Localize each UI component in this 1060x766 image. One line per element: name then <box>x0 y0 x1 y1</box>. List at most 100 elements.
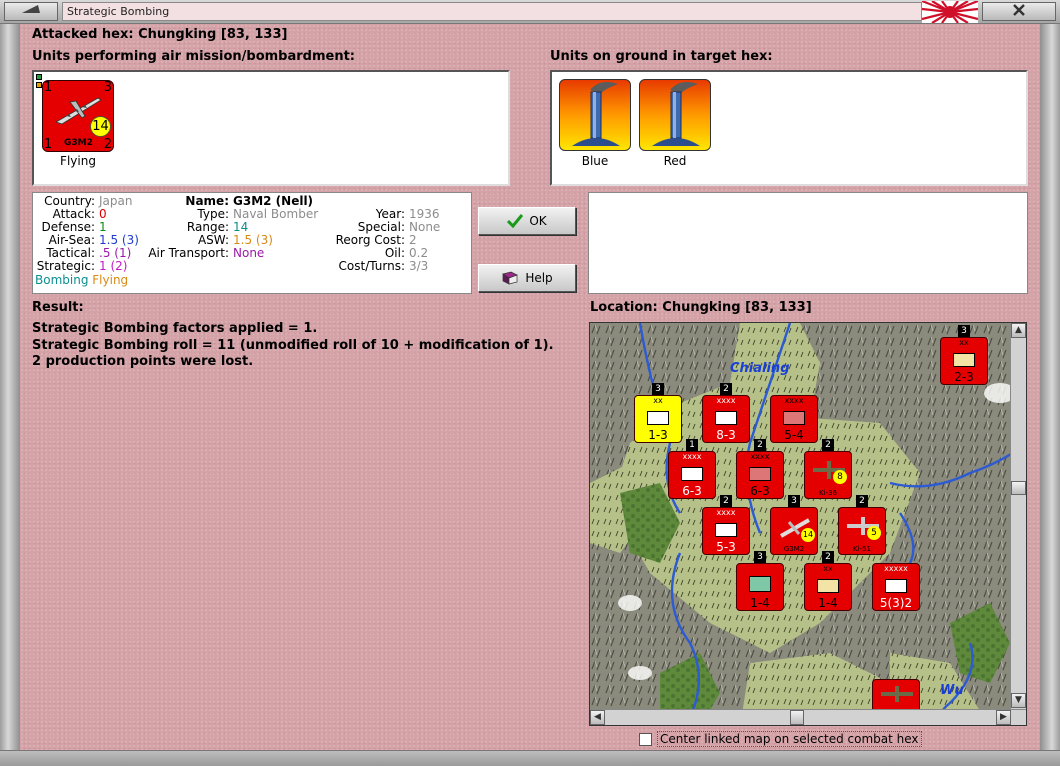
center-map-option[interactable]: Center linked map on selected combat hex <box>639 731 922 747</box>
map-unit-counter[interactable]: 1-4 <box>736 563 784 611</box>
unit-size: xxxx <box>784 396 804 405</box>
unit-size: xx <box>823 564 833 573</box>
scroll-down-icon[interactable]: ▼ <box>1011 693 1026 708</box>
infantry-symbol-icon <box>681 467 703 481</box>
ok-label: OK <box>529 214 547 228</box>
map-unit-counter[interactable]: xx 2-3 <box>940 337 988 385</box>
center-map-checkbox-label[interactable]: Center linked map on selected combat hex <box>657 731 922 747</box>
close-icon <box>1013 4 1025 16</box>
scroll-right-icon[interactable]: ▶ <box>996 710 1011 725</box>
marine-symbol-icon <box>749 576 771 592</box>
result-line: Strategic Bombing roll = 11 (unmodified … <box>32 338 554 353</box>
stack-count-badge: 2 <box>754 439 766 451</box>
map-unit-counter[interactable]: xx 1-3 <box>634 395 682 443</box>
scroll-left-icon[interactable]: ◀ <box>590 710 605 725</box>
map-unit-counter[interactable]: 14 G3M2 <box>770 507 818 555</box>
ground-units-header: Units on ground in target hex: <box>550 49 773 64</box>
asw-paren: (3) <box>255 233 273 247</box>
mission-flying: Flying <box>92 273 129 287</box>
unit-strength: 1-4 <box>750 596 770 610</box>
counter-bottom-left-value: 1 <box>44 137 53 152</box>
map-city-label: Chialing <box>730 361 790 376</box>
stack-count-badge: 2 <box>720 495 732 507</box>
ground-unit-label: Blue <box>581 154 609 168</box>
unit-designation: Ki-36 <box>819 489 837 497</box>
location-label: Location: Chungking [83, 133] <box>590 300 812 315</box>
dialog-content: Attacked hex: Chungking [83, 133] Units … <box>20 24 1040 750</box>
unit-stats-panel: Country: Japan Attack: 0 Defense: 1 Air-… <box>32 192 472 294</box>
minimize-button[interactable] <box>4 2 58 21</box>
status-marker-icon <box>36 74 42 80</box>
title-bar: Strategic Bombing <box>0 0 1060 24</box>
ok-button[interactable]: OK <box>478 207 576 235</box>
infantry-symbol-icon <box>749 467 771 481</box>
rising-sun-flag-icon <box>922 1 978 23</box>
status-marker-icon <box>36 82 42 88</box>
unit-designation: G3M2 <box>783 545 805 553</box>
scroll-up-icon[interactable]: ▲ <box>1011 323 1026 338</box>
map-horizontal-scrollbar[interactable]: ◀ ▶ <box>590 709 1026 725</box>
infantry-symbol-icon <box>953 353 975 367</box>
help-label: Help <box>525 271 553 285</box>
strategic-label: Strategic: <box>36 259 95 273</box>
infantry-symbol-icon <box>715 523 737 537</box>
ground-unit-counter-red[interactable] <box>639 79 711 151</box>
air-unit-counter[interactable]: 1 3 1 2 14 G3M2 <box>36 74 114 152</box>
map-vertical-scrollbar[interactable]: ▲ ▼ <box>1010 323 1026 709</box>
ground-units-panel: Blue Red <box>550 70 1028 186</box>
ground-unit-counter-blue[interactable] <box>559 79 631 151</box>
left-frame <box>0 24 20 766</box>
result-line: 2 production points were lost. <box>32 354 254 369</box>
stack-count-badge: 2 <box>856 495 868 507</box>
unit-strength: 6-3 <box>682 484 702 498</box>
map-unit-counter[interactable]: xxxx 6-3 <box>668 451 716 499</box>
help-button[interactable]: Help <box>478 264 576 292</box>
stack-count-badge: 3 <box>788 495 800 507</box>
air-units-panel: 1 3 1 2 14 G3M2 Flying <box>32 70 510 186</box>
stack-count-badge: 2 <box>720 383 732 395</box>
air-sea-value: 1.5 <box>99 233 119 247</box>
unit-strength: 1-3 <box>648 428 668 442</box>
bottom-frame <box>0 750 1060 766</box>
map-unit-counter[interactable]: xxxx 5-4 <box>770 395 818 443</box>
unit-strength: 8-3 <box>716 428 736 442</box>
infantry-symbol-icon <box>817 579 839 593</box>
center-map-checkbox[interactable] <box>639 732 652 746</box>
tactical-value: .5 <box>99 246 111 260</box>
result-header: Result: <box>32 300 84 315</box>
strategic-value: 1 <box>99 259 107 273</box>
stack-count-badge: 1 <box>686 439 698 451</box>
collapse-icon <box>22 5 40 13</box>
map-unit-counter[interactable]: xx 1-4 <box>804 563 852 611</box>
range-badge: 8 <box>833 470 847 484</box>
scrollbar-thumb[interactable] <box>790 710 804 725</box>
window-title: Strategic Bombing <box>62 2 922 21</box>
infantry-symbol-icon <box>647 411 669 425</box>
map-unit-counter[interactable]: xxxxx 5(3)2 <box>872 563 920 611</box>
map-unit-counter[interactable]: xxxx 8-3 <box>702 395 750 443</box>
scrollbar-thumb[interactable] <box>1011 481 1026 495</box>
infantry-symbol-icon <box>783 411 805 425</box>
map-unit-counter[interactable]: xxxx 5-3 <box>702 507 750 555</box>
unit-size: xx <box>653 396 663 405</box>
air-unit-label: Flying <box>60 154 96 168</box>
air-units-header: Units performing air mission/bombardment… <box>32 49 356 64</box>
map-unit-counter[interactable]: 5 Ki-51 <box>838 507 886 555</box>
map-river-label: Wu <box>940 683 964 698</box>
factory-chimney-icon <box>652 82 700 146</box>
close-button[interactable] <box>982 2 1056 21</box>
unit-size: xxxx <box>716 508 736 517</box>
map-unit-counter[interactable]: 8 Ki-36 <box>804 451 852 499</box>
hex-map[interactable]: Chialing Wu xx 1-3 xxxx 8-3 xxxx 5-4 xxxx 6-… <box>589 322 1027 726</box>
attacked-hex-label: Attacked hex: Chungking [83, 133] <box>32 27 288 42</box>
stack-count-badge: 2 <box>822 439 834 451</box>
unit-size: xxxx <box>750 452 770 461</box>
unit-size: xxxx <box>716 396 736 405</box>
counter-bottom-right-value: 2 <box>103 137 112 152</box>
stack-count-badge: 3 <box>754 551 766 563</box>
book-icon <box>502 271 519 285</box>
map-unit-counter[interactable]: xxxx 6-3 <box>736 451 784 499</box>
ground-unit-label: Red <box>663 154 687 168</box>
asw-value: 1.5 <box>233 233 253 247</box>
mission-bombing: Bombing <box>35 273 89 287</box>
